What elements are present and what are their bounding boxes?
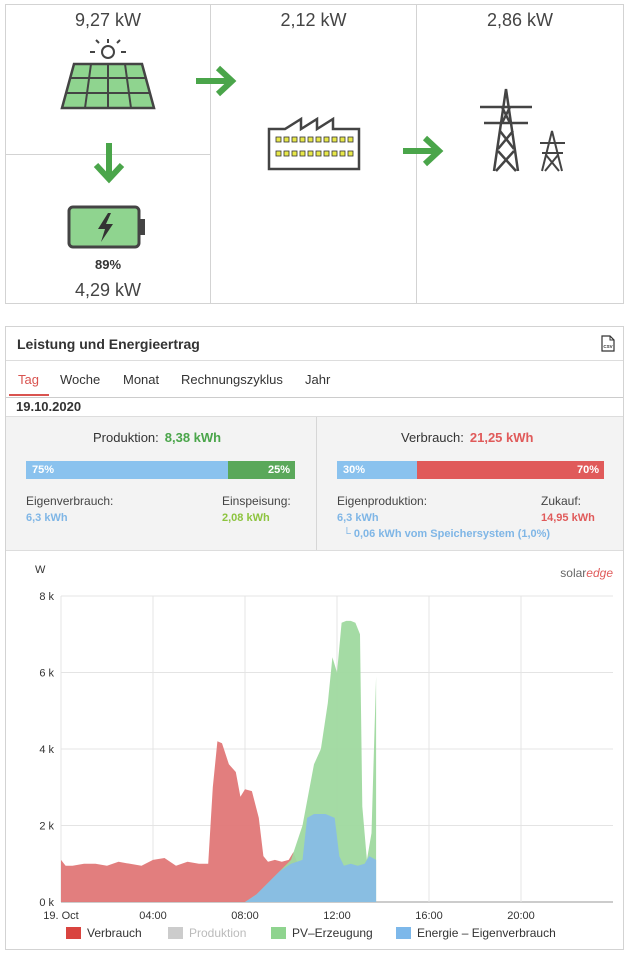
- power-chart: W solaredge 0 k 2 k 4 k 6 k 8 k 19. Oct 04:00…: [35, 564, 613, 940]
- consumption-value: 21,25 kWh: [469, 430, 534, 445]
- card-title: Leistung und Energieertrag: [17, 336, 200, 352]
- energy-card: Leistung und Energieertrag CSV Tag Woche…: [5, 326, 624, 950]
- area-series-1[interactable]: [61, 741, 298, 902]
- arrow-down-icon: [93, 143, 125, 184]
- y-tick-label: 2 k: [39, 821, 54, 833]
- summary-divider: [316, 417, 317, 550]
- consumption-purchase-segment: 70%: [417, 461, 604, 479]
- tab-day[interactable]: Tag: [18, 372, 39, 387]
- flow-divider: [210, 5, 211, 303]
- x-tick-label: 20:00: [507, 910, 535, 922]
- consumption-own-segment: 30%: [337, 461, 417, 479]
- production-bar: 75% 25%: [26, 461, 295, 479]
- tab-year[interactable]: Jahr: [305, 372, 330, 387]
- pv-power-value: 9,27 kW: [74, 10, 142, 30]
- x-tick-label: 08:00: [231, 910, 259, 922]
- csv-download-icon[interactable]: CSV: [601, 335, 615, 352]
- battery-power-value: 4,29 kW: [74, 280, 142, 300]
- own-production-label: Eigenproduktion:: [337, 494, 428, 508]
- self-consumption-value: 6,3 kWh: [26, 512, 68, 524]
- active-tab-indicator: [9, 394, 49, 396]
- arrow-right-icon: [196, 65, 237, 97]
- production-value: 8,38 kWh: [164, 430, 222, 445]
- y-tick-label: 0 k: [39, 897, 54, 909]
- arrow-right-icon: [403, 135, 444, 167]
- production-export-percent: 25%: [267, 464, 290, 476]
- tab-week[interactable]: Woche: [60, 372, 100, 387]
- summary-panel: Produktion: 8,38 kWh 75% 25% Eigenverbrau…: [6, 416, 623, 551]
- y-tick-label: 8 k: [39, 591, 54, 603]
- purchase-label: Zukauf:: [541, 494, 582, 508]
- legend-label[interactable]: Energie – Eigenverbrauch: [417, 926, 556, 940]
- x-tick-label: 04:00: [139, 910, 167, 922]
- battery-icon[interactable]: [67, 205, 147, 249]
- self-consumption-label: Eigenverbrauch:: [26, 494, 114, 508]
- production-self-segment: 75%: [26, 461, 228, 479]
- solar-panel-icon[interactable]: [58, 37, 158, 111]
- consumption-heading: Verbrauch: 21,25 kWh: [401, 430, 533, 445]
- storage-note: └ 0,06 kWh vom Speichersystem (1,0%): [343, 528, 551, 540]
- legend-swatch[interactable]: [66, 927, 81, 939]
- production-export-segment: 25%: [228, 461, 295, 479]
- production-self-percent: 75%: [32, 464, 55, 476]
- export-label: Einspeisung:: [222, 494, 291, 508]
- power-flow-panel: 9,27 kW 2,12 kW 2,86 kW 89% 4,29 kW: [5, 4, 624, 304]
- legend-label[interactable]: PV–Erzeugung: [292, 926, 373, 940]
- period-tabs: Tag Woche Monat Rechnungszyklus Jahr: [6, 360, 623, 398]
- csv-label: CSV: [603, 344, 612, 349]
- factory-icon[interactable]: [267, 115, 361, 171]
- production-heading: Produktion: 8,38 kWh: [93, 430, 221, 445]
- own-production-value: 6,3 kWh: [337, 512, 379, 524]
- consumption-purchase-percent: 70%: [576, 464, 599, 476]
- legend-label[interactable]: Produktion: [189, 926, 246, 940]
- legend-swatch[interactable]: [271, 927, 286, 939]
- x-tick-label: 12:00: [323, 910, 351, 922]
- legend-label[interactable]: Verbrauch: [87, 926, 142, 940]
- export-value: 2,08 kWh: [222, 512, 270, 524]
- tab-billing-cycle[interactable]: Rechnungszyklus: [181, 372, 283, 387]
- grid-power-value: 2,86 kW: [486, 10, 554, 30]
- purchase-value: 14,95 kWh: [541, 512, 595, 524]
- legend-swatch[interactable]: [396, 927, 411, 939]
- tab-month[interactable]: Monat: [123, 372, 159, 387]
- brand-logo: solaredge: [560, 566, 613, 580]
- power-grid-icon[interactable]: [476, 85, 566, 173]
- production-label: Produktion:: [93, 430, 159, 445]
- battery-percent: 89%: [94, 257, 122, 272]
- consumption-label: Verbrauch:: [401, 430, 464, 445]
- consumption-bar: 30% 70%: [337, 461, 604, 479]
- y-axis-label: W: [35, 564, 46, 576]
- y-tick-label: 4 k: [39, 744, 54, 756]
- consumption-own-percent: 30%: [343, 464, 366, 476]
- load-power-value: 2,12 kW: [280, 10, 347, 30]
- legend-swatch[interactable]: [168, 927, 183, 939]
- x-tick-label: 19. Oct: [43, 910, 78, 922]
- y-tick-label: 6 k: [39, 668, 54, 680]
- x-tick-label: 16:00: [415, 910, 443, 922]
- selected-date[interactable]: 19.10.2020: [16, 399, 81, 414]
